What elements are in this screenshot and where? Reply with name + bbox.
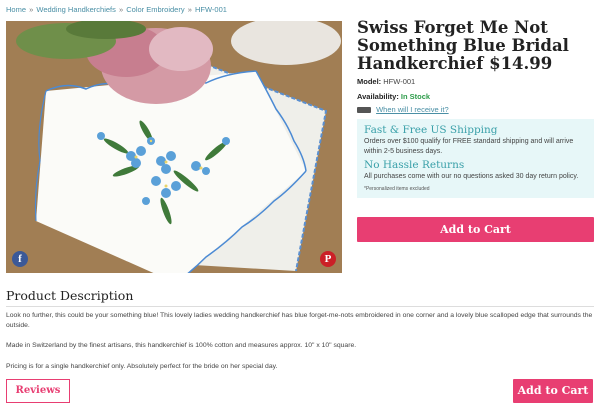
model-label: Model: [357,77,382,86]
description-paragraph-2: Made in Switzerland by the finest artisa… [6,342,357,349]
add-to-cart-bottom-button[interactable]: Add to Cart [513,379,593,403]
breadcrumb-home[interactable]: Home [6,5,26,14]
returns-heading: No Hassle Returns [364,159,465,171]
description-paragraph-1: Look no further, this could be your some… [6,312,593,329]
breadcrumb-color-embroidery[interactable]: Color Embroidery [126,5,184,14]
description-title: Product Description [6,288,134,303]
model-row: Model: HFW-001 [357,77,415,86]
description-divider [6,306,594,307]
returns-text: All purchases come with our no questions… [364,173,579,180]
add-to-cart-button[interactable]: Add to Cart [357,217,594,242]
bottom-bar: Reviews Add to Cart [0,377,600,411]
pinterest-share-icon[interactable]: P [320,251,336,267]
breadcrumb-sep: » [187,5,192,14]
receive-row: When will I receive it? [357,105,449,114]
breadcrumb-wedding-handkerchiefs[interactable]: Wedding Handkerchiefs [36,5,116,14]
truck-icon [357,107,371,114]
shipping-text: Orders over $100 qualify for FREE standa… [364,138,574,155]
availability-label: Availability: [357,92,399,101]
breadcrumb-sep: » [29,5,34,14]
handkerchief-illustration [6,21,342,273]
shipping-info-box: Fast & Free US Shipping Orders over $100… [357,119,594,198]
breadcrumb-current[interactable]: HFW-001 [195,5,227,14]
breadcrumb-sep: » [118,5,124,14]
product-title: Swiss Forget Me Not Something Blue Brida… [357,18,569,73]
product-image[interactable]: f P [6,21,342,273]
description-paragraph-3: Pricing is for a single handkerchief onl… [6,363,278,370]
facebook-share-icon[interactable]: f [12,251,28,267]
model-value: HFW-001 [383,77,416,86]
receive-link[interactable]: When will I receive it? [376,105,449,114]
breadcrumb: Home » Wedding Handkerchiefs » Color Emb… [6,5,227,14]
availability-value: In Stock [400,92,431,101]
reviews-button[interactable]: Reviews [6,379,70,403]
availability-row: Availability: In Stock [357,92,430,101]
shipping-heading: Fast & Free US Shipping [364,124,498,136]
personalized-note: *Personalized items excluded [364,186,430,192]
